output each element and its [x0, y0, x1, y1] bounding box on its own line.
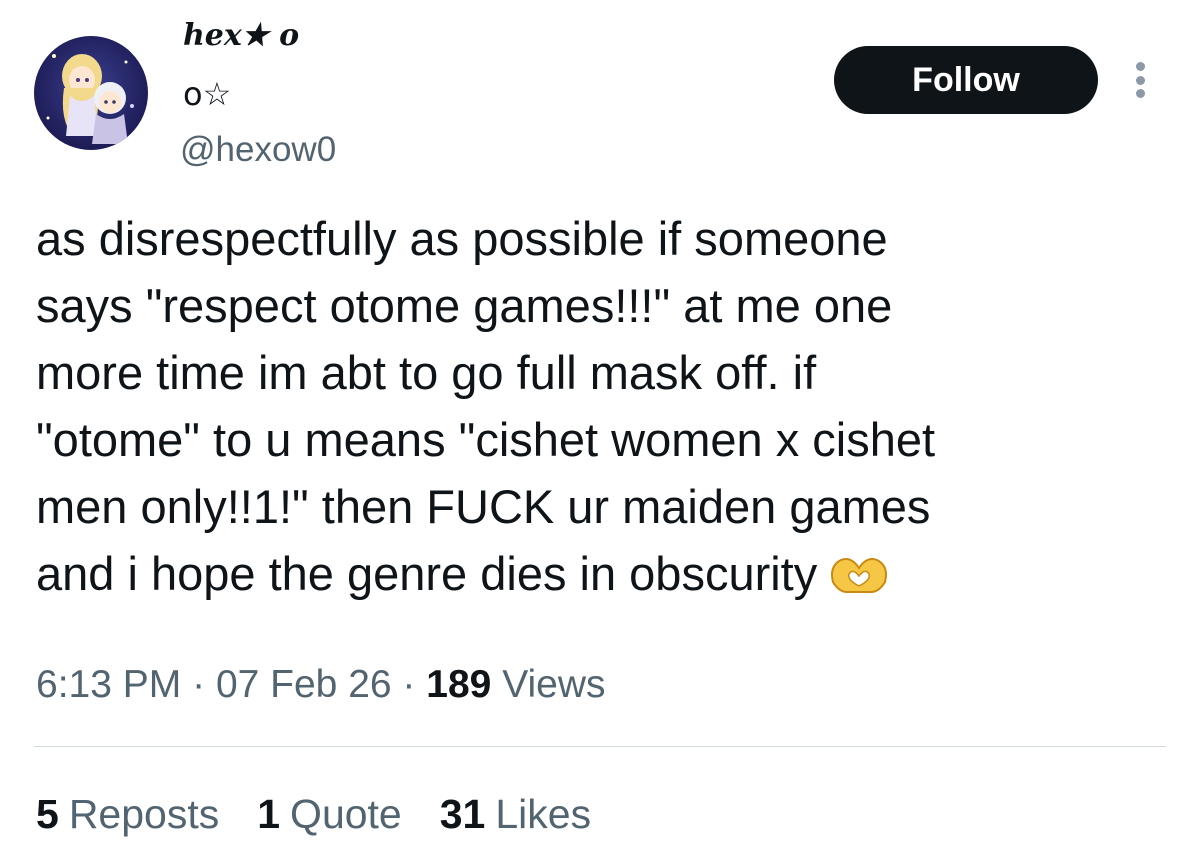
- display-name-continued[interactable]: ο☆: [183, 74, 231, 114]
- more-vertical-icon: [1135, 62, 1145, 71]
- display-name[interactable]: hex★ ο: [183, 18, 299, 54]
- likes-count: 31: [439, 791, 486, 837]
- follow-button[interactable]: Follow: [834, 46, 1098, 114]
- anime-avatar-icon: [34, 36, 148, 150]
- tweet-time[interactable]: 6:13 PM: [36, 663, 181, 706]
- tweet-date[interactable]: 07 Feb 26: [216, 663, 392, 706]
- views-label: Views: [502, 663, 606, 706]
- more-options-button[interactable]: [1122, 58, 1158, 102]
- likes-label: Likes: [495, 791, 592, 837]
- heart-hands-emoji: [831, 558, 888, 593]
- reposts-stat[interactable]: 5 Reposts: [36, 788, 219, 840]
- avatar[interactable]: [34, 36, 148, 150]
- views-count: 189: [426, 663, 492, 706]
- quotes-stat[interactable]: 1 Quote: [257, 788, 402, 840]
- tweet-text: as disrespectfully as possible if someon…: [36, 205, 1156, 607]
- more-vertical-icon: [1135, 75, 1145, 85]
- more-vertical-icon: [1135, 89, 1145, 98]
- reposts-count: 5: [36, 791, 59, 837]
- reposts-label: Reposts: [68, 791, 220, 837]
- quotes-count: 1: [257, 791, 281, 837]
- engagement-stats: 5 Reposts 1 Quote 31 Likes: [36, 788, 629, 840]
- user-handle[interactable]: @hexow0: [180, 128, 336, 172]
- tweet-meta: 6:13 PM · 07 Feb 26 · 189 Views: [36, 660, 606, 710]
- meta-separator: ·: [402, 663, 416, 706]
- divider: [34, 746, 1166, 747]
- tweet-text-content: as disrespectfully as possible if someon…: [36, 212, 936, 600]
- quotes-label: Quote: [290, 791, 402, 837]
- meta-separator: ·: [192, 663, 206, 706]
- likes-stat[interactable]: 31 Likes: [440, 788, 591, 840]
